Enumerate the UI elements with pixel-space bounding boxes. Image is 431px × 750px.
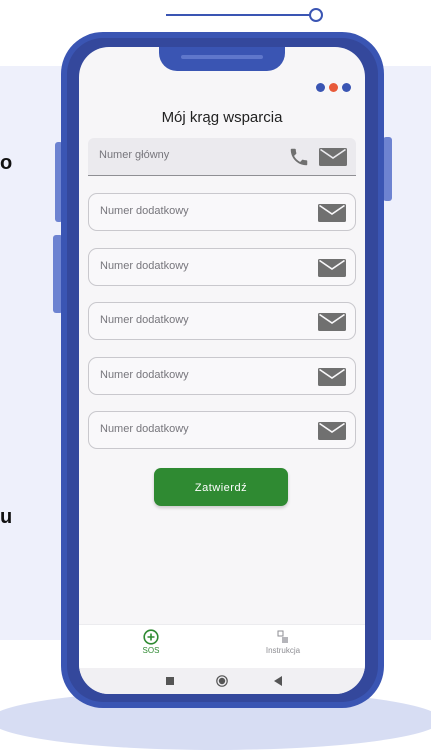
status-dot (316, 83, 325, 92)
home-button[interactable] (207, 668, 237, 694)
decorative-circle (309, 8, 323, 22)
mail-icon[interactable] (318, 204, 346, 222)
submit-button[interactable]: Zatwierdź (154, 468, 288, 506)
instruction-icon (277, 630, 288, 643)
status-dot (342, 83, 351, 92)
phone-frame: Mój krąg wsparcia Numer główny Numer dod… (61, 32, 384, 708)
additional-number-placeholder: Numer dodatkowy (100, 423, 189, 435)
edge-text-top: o (0, 152, 13, 174)
mail-icon[interactable] (318, 422, 346, 440)
recent-apps-button[interactable] (155, 668, 185, 694)
mail-icon[interactable] (318, 259, 346, 277)
power-button (383, 137, 392, 201)
bottom-navigation: SOS Instrukcja (79, 624, 365, 669)
status-dot (329, 83, 338, 92)
additional-number-field-2[interactable]: Numer dodatkowy (88, 248, 356, 286)
additional-number-placeholder: Numer dodatkowy (100, 260, 189, 272)
additional-number-field-5[interactable]: Numer dodatkowy (88, 411, 356, 449)
mail-icon[interactable] (319, 148, 347, 166)
sos-plus-icon (143, 629, 159, 645)
nav-label-instrukcja: Instrukcja (265, 646, 301, 655)
page-title: Mój krąg wsparcia (161, 109, 283, 126)
mail-icon[interactable] (318, 313, 346, 331)
system-navigation-bar (79, 668, 365, 694)
back-button[interactable] (263, 668, 293, 694)
home-icon (216, 675, 228, 687)
nav-label-sos: SOS (142, 646, 160, 655)
back-icon (273, 676, 282, 686)
additional-number-field-3[interactable]: Numer dodatkowy (88, 302, 356, 340)
additional-number-placeholder: Numer dodatkowy (100, 205, 189, 217)
additional-number-field-1[interactable]: Numer dodatkowy (88, 193, 356, 231)
phone-icon[interactable] (288, 146, 310, 168)
nav-item-instrukcja[interactable]: Instrukcja (243, 629, 323, 655)
mail-icon[interactable] (318, 368, 346, 386)
edge-text-bottom: u (0, 506, 13, 528)
status-dots (316, 83, 351, 92)
nav-item-sos[interactable]: SOS (111, 629, 191, 655)
recent-apps-icon (166, 677, 174, 685)
additional-number-placeholder: Numer dodatkowy (100, 369, 189, 381)
decorative-line (166, 14, 310, 16)
phone-screen: Mój krąg wsparcia Numer główny Numer dod… (79, 47, 365, 694)
speaker-grille (181, 55, 263, 59)
additional-number-placeholder: Numer dodatkowy (100, 314, 189, 326)
main-number-placeholder: Numer główny (99, 149, 170, 161)
additional-number-field-4[interactable]: Numer dodatkowy (88, 357, 356, 395)
phone-notch (159, 47, 285, 71)
main-number-field[interactable]: Numer główny (88, 138, 356, 176)
